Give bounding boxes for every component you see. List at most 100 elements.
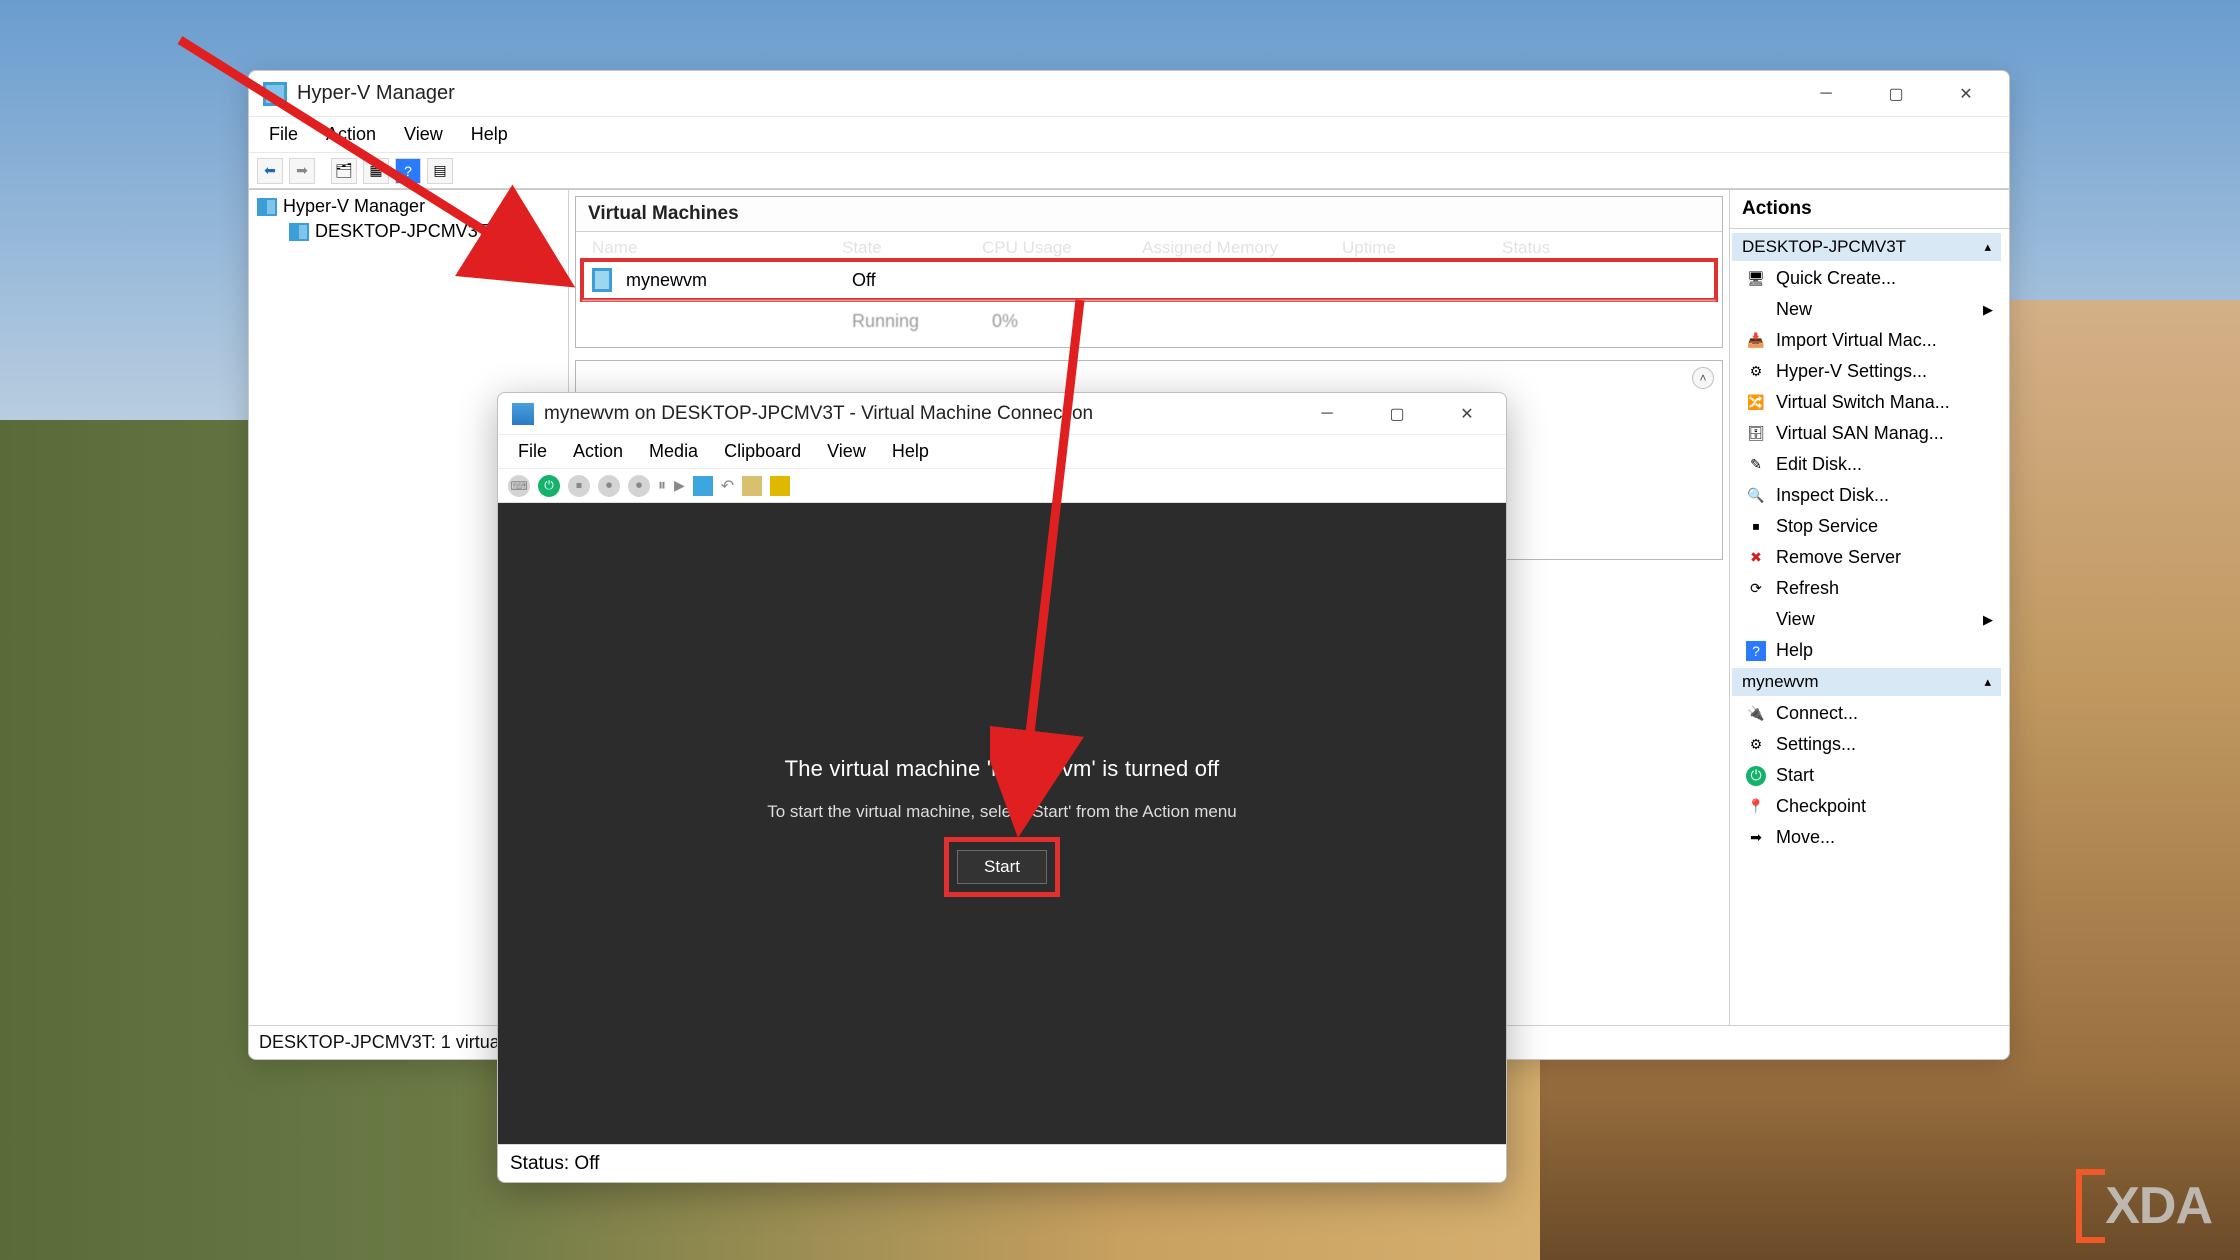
actions-header: Actions: [1730, 190, 2009, 229]
action-start[interactable]: ⏻ Start: [1732, 760, 2001, 791]
action-label: Inspect Disk...: [1776, 485, 1889, 506]
action-icon: ⏹: [1746, 517, 1766, 537]
vmc-minimize-button[interactable]: ─: [1292, 391, 1362, 437]
vm-row-other[interactable]: Running 0%: [582, 300, 1716, 341]
action-import-virtual-mac[interactable]: 📥Import Virtual Mac...: [1732, 325, 2001, 356]
maximize-button[interactable]: ▢: [1861, 71, 1931, 117]
action-label: New: [1776, 299, 1812, 320]
vm-off-hint: To start the virtual machine, select 'St…: [767, 802, 1236, 822]
action-help[interactable]: ?Help: [1732, 635, 2001, 666]
vm-name: mynewvm: [626, 270, 852, 291]
col-uptime[interactable]: Uptime: [1342, 238, 1502, 258]
turn-off-button[interactable]: ⏹: [568, 475, 590, 497]
revert-button[interactable]: ↶: [721, 476, 734, 496]
action-hyper-v-settings[interactable]: ⚙Hyper-V Settings...: [1732, 356, 2001, 387]
hyperv-icon: [263, 82, 287, 106]
vmc-start-button[interactable]: Start: [957, 850, 1047, 884]
col-mem[interactable]: Assigned Memory: [1142, 238, 1342, 258]
action-settings[interactable]: ⚙Settings...: [1732, 729, 2001, 760]
shut-down-button[interactable]: ⏺: [598, 475, 620, 497]
back-button[interactable]: ⬅: [257, 158, 283, 184]
action-group-host[interactable]: DESKTOP-JPCMV3T ▴: [1732, 233, 2001, 261]
tree-root[interactable]: Hyper-V Manager: [249, 194, 568, 219]
action-checkpoint[interactable]: 📍Checkpoint: [1732, 791, 2001, 822]
action-label: Virtual SAN Manag...: [1776, 423, 1944, 444]
collapse-button[interactable]: ˄: [1692, 367, 1714, 389]
action-edit-disk[interactable]: ✎Edit Disk...: [1732, 449, 2001, 480]
action-refresh[interactable]: ⟳Refresh: [1732, 573, 2001, 604]
action-stop-service[interactable]: ⏹ Stop Service: [1732, 511, 2001, 542]
action-icon: ⚙: [1746, 362, 1766, 382]
host-tree-icon: [289, 223, 309, 241]
help-button[interactable]: ?: [395, 158, 421, 184]
action-label: Edit Disk...: [1776, 454, 1862, 475]
tree-host[interactable]: DESKTOP-JPCMV3T: [249, 219, 568, 244]
action-move[interactable]: ➡Move...: [1732, 822, 2001, 853]
menu-help[interactable]: Help: [459, 120, 520, 149]
toolbar: ⬅ ➡ 🗂 ▦ ? ▤: [249, 153, 2009, 189]
vmc-close-button[interactable]: ✕: [1432, 391, 1502, 437]
action-label: Checkpoint: [1776, 796, 1866, 817]
vmc-toolbar: ⌨ ⏻ ⏹ ⏺ ⏺ ⏸ ▶ ↶: [498, 469, 1506, 503]
action-icon: 🔀: [1746, 393, 1766, 413]
menu-action[interactable]: Action: [314, 120, 388, 149]
col-name[interactable]: Name: [592, 238, 842, 258]
col-state[interactable]: State: [842, 238, 982, 258]
watermark-bracket: [2076, 1169, 2105, 1243]
reset-button[interactable]: ▶: [674, 477, 685, 494]
vmc-statusbar: Status: Off: [498, 1144, 1506, 1182]
save-button[interactable]: ⏺: [628, 475, 650, 497]
menu-view[interactable]: View: [392, 120, 455, 149]
col-cpu[interactable]: CPU Usage: [982, 238, 1142, 258]
action-icon: ?: [1746, 641, 1766, 661]
vm-section-header: Virtual Machines: [576, 197, 1722, 232]
actions-pane: Actions DESKTOP-JPCMV3T ▴ 🖥Quick Create.…: [1729, 190, 2009, 1025]
properties-button[interactable]: ▦: [363, 158, 389, 184]
action-virtual-switch-mana[interactable]: 🔀Virtual Switch Mana...: [1732, 387, 2001, 418]
vmc-maximize-button[interactable]: ▢: [1362, 391, 1432, 437]
action-icon: 🗄: [1746, 424, 1766, 444]
action-remove-server[interactable]: ✖Remove Server: [1732, 542, 2001, 573]
share-button[interactable]: [770, 476, 790, 496]
vmc-menu-media[interactable]: Media: [637, 437, 710, 466]
menu-file[interactable]: File: [257, 120, 310, 149]
vm-state: Off: [852, 270, 992, 291]
action-quick-create[interactable]: 🖥Quick Create...: [1732, 263, 2001, 294]
vmc-menu-view[interactable]: View: [815, 437, 878, 466]
vmc-menu-file[interactable]: File: [506, 437, 559, 466]
action-new[interactable]: New ▶: [1732, 294, 2001, 325]
action-icon: ⏻: [1746, 766, 1766, 786]
vmc-menu-clipboard[interactable]: Clipboard: [712, 437, 813, 466]
action-label: Start: [1776, 765, 1814, 786]
chevron-right-icon: ▶: [1983, 612, 1993, 628]
forward-button[interactable]: ➡: [289, 158, 315, 184]
action-view[interactable]: View▶: [1732, 604, 2001, 635]
action-connect[interactable]: 🔌Connect...: [1732, 698, 2001, 729]
ctrl-alt-del-button[interactable]: ⌨: [508, 475, 530, 497]
chevron-right-icon: ▶: [1983, 302, 1993, 318]
minimize-button[interactable]: ─: [1791, 71, 1861, 117]
action-inspect-disk[interactable]: 🔍Inspect Disk...: [1732, 480, 2001, 511]
action-group-vm[interactable]: mynewvm ▴: [1732, 668, 2001, 696]
checkpoint-button[interactable]: [693, 476, 713, 496]
vmc-icon: [512, 403, 534, 425]
start-button-toolbar[interactable]: ⏻: [538, 475, 560, 497]
action-icon: 🖥: [1746, 269, 1766, 289]
action-label: Connect...: [1776, 703, 1858, 724]
close-button[interactable]: ✕: [1931, 71, 2001, 117]
actions-scroll[interactable]: DESKTOP-JPCMV3T ▴ 🖥Quick Create... New ▶ 📥I…: [1730, 229, 2009, 1025]
enhanced-session-button[interactable]: [742, 476, 762, 496]
show-hide-tree-button[interactable]: 🗂: [331, 158, 357, 184]
pause-button[interactable]: ⏸: [658, 477, 666, 495]
show-hide-action-button[interactable]: ▤: [427, 158, 453, 184]
vm-row-mynewvm[interactable]: mynewvm Off: [582, 260, 1716, 300]
action-label: Stop Service: [1776, 516, 1878, 537]
action-virtual-san-manag[interactable]: 🗄 Virtual SAN Manag...: [1732, 418, 2001, 449]
action-icon: ➡: [1746, 828, 1766, 848]
vmc-title-text: mynewvm on DESKTOP-JPCMV3T - Virtual Mac…: [544, 403, 1292, 425]
col-status[interactable]: Status: [1502, 238, 1706, 258]
vmc-menu-help[interactable]: Help: [880, 437, 941, 466]
vmc-menu-action[interactable]: Action: [561, 437, 635, 466]
tree-root-label: Hyper-V Manager: [283, 196, 425, 217]
window-title: Hyper-V Manager: [297, 82, 1791, 105]
